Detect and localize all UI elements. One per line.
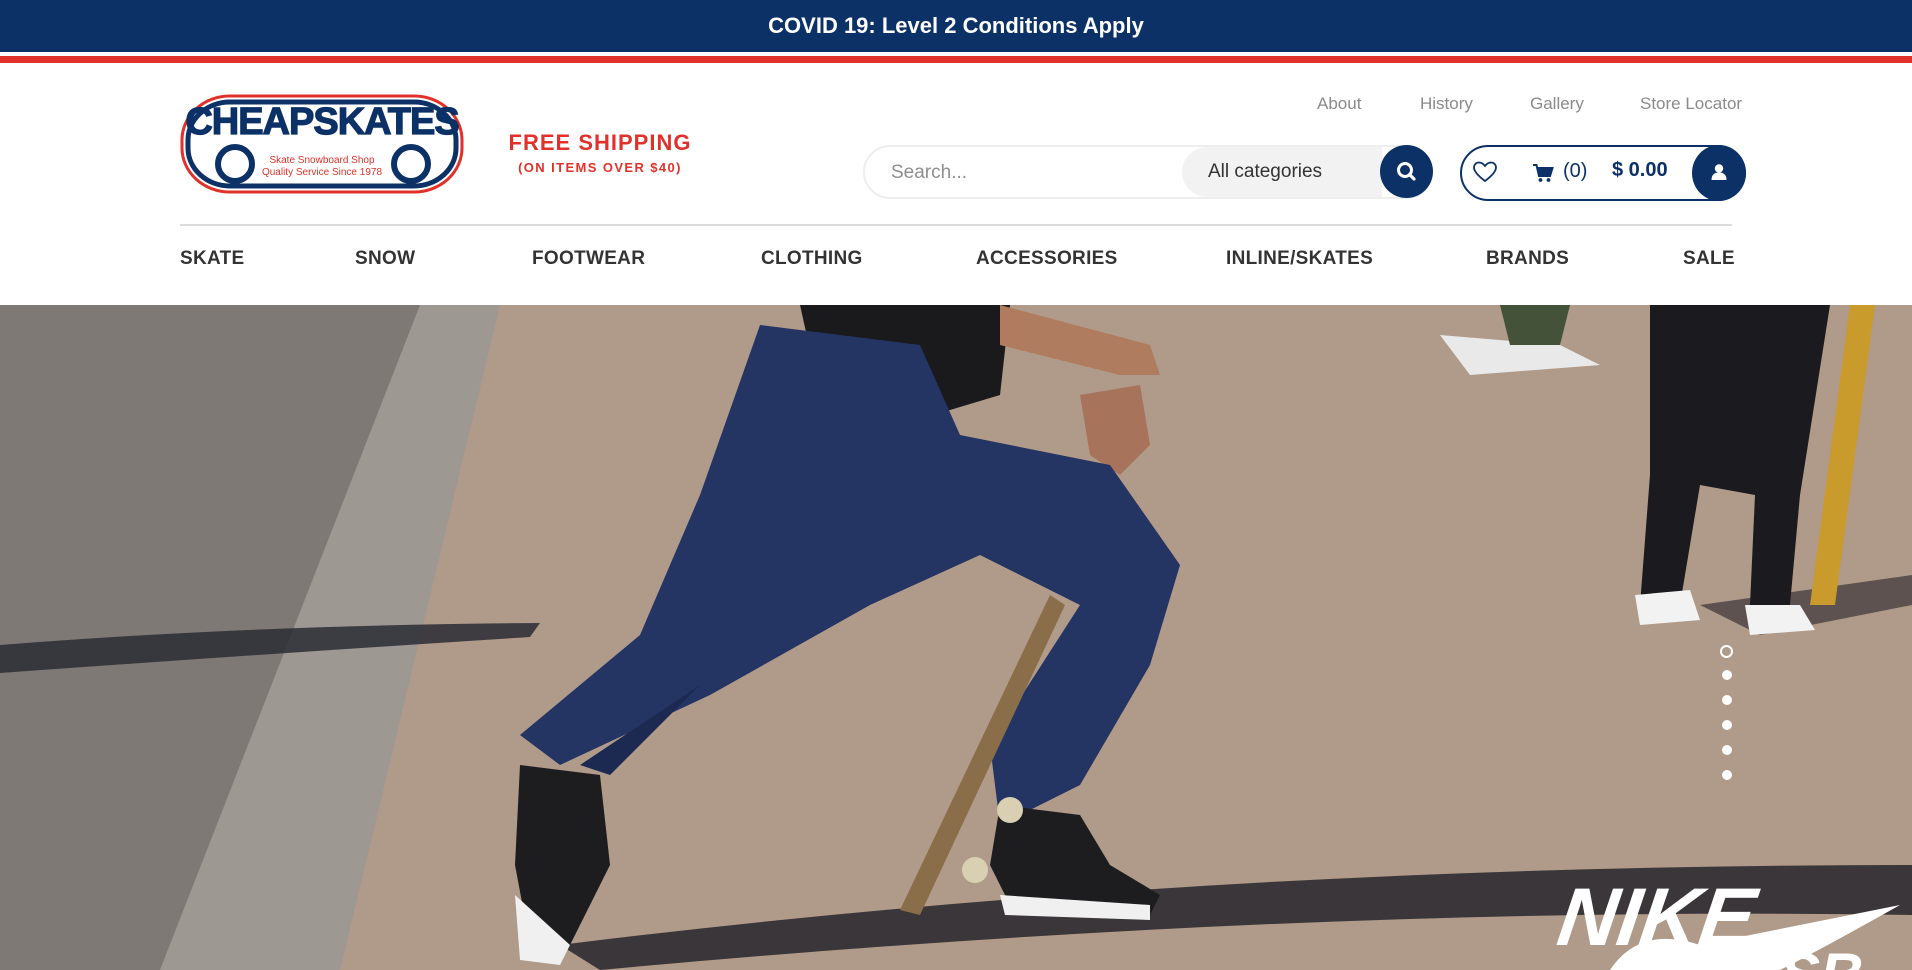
search-input[interactable] [891,159,1161,187]
nav-inline-skates[interactable]: INLINE/SKATES [1226,248,1373,270]
logo-tagline-1: Skate Snowboard Shop [269,155,375,166]
top-link-store-locator[interactable]: Store Locator [1640,94,1742,114]
announcement-text: COVID 19: Level 2 Conditions Apply [768,13,1144,38]
logo-wordmark: CHEAPSKATES [185,101,458,143]
slide-dot-1[interactable] [1720,645,1733,658]
nav-skate[interactable]: SKATE [180,248,244,270]
heart-icon[interactable] [1472,160,1498,184]
hero-image: NIKE SB [0,305,1912,970]
nav-accessories[interactable]: ACCESSORIES [976,248,1118,270]
search-icon [1397,162,1416,181]
user-icon [1711,164,1727,180]
header-stripe [0,56,1912,63]
cart-icon[interactable] [1532,163,1554,183]
top-link-history[interactable]: History [1420,94,1473,114]
nav-clothing[interactable]: CLOTHING [761,248,863,270]
slide-dot-2[interactable] [1722,670,1732,680]
slide-dot-5[interactable] [1722,745,1732,755]
logo-tagline-2: Quality Service Since 1978 [262,167,383,178]
nav-sale[interactable]: SALE [1683,248,1735,270]
top-link-gallery[interactable]: Gallery [1530,94,1584,114]
account-button[interactable] [1692,145,1746,201]
search-button[interactable] [1380,145,1433,198]
slide-dot-3[interactable] [1722,695,1732,705]
cheapskates-logo[interactable]: CHEAPSKATES Skate Snowboard Shop Quality… [180,92,464,198]
search-bar: All categories [863,145,1433,199]
nav-footwear[interactable]: FOOTWEAR [532,248,645,270]
category-select[interactable]: All categories [1182,147,1382,197]
nav-brands[interactable]: BRANDS [1486,248,1569,270]
cart-count[interactable]: (0) [1563,160,1587,183]
cart-total[interactable]: $ 0.00 [1612,159,1668,182]
slider-pagination [1720,645,1734,785]
free-shipping-promo: FREE SHIPPING (ON ITEMS OVER $40) [505,130,695,175]
slide-dot-4[interactable] [1722,720,1732,730]
free-shipping-condition: (ON ITEMS OVER $40) [518,160,682,175]
slide-dot-6[interactable] [1722,770,1732,780]
announcement-bar: COVID 19: Level 2 Conditions Apply [0,0,1912,52]
free-shipping-title: FREE SHIPPING [508,130,692,155]
nav-snow[interactable]: SNOW [355,248,415,270]
hero-banner[interactable]: NIKE SB [0,305,1912,970]
header-divider [180,224,1732,226]
top-link-about[interactable]: About [1317,94,1361,114]
hero-brand-sub: SB [1780,941,1863,970]
